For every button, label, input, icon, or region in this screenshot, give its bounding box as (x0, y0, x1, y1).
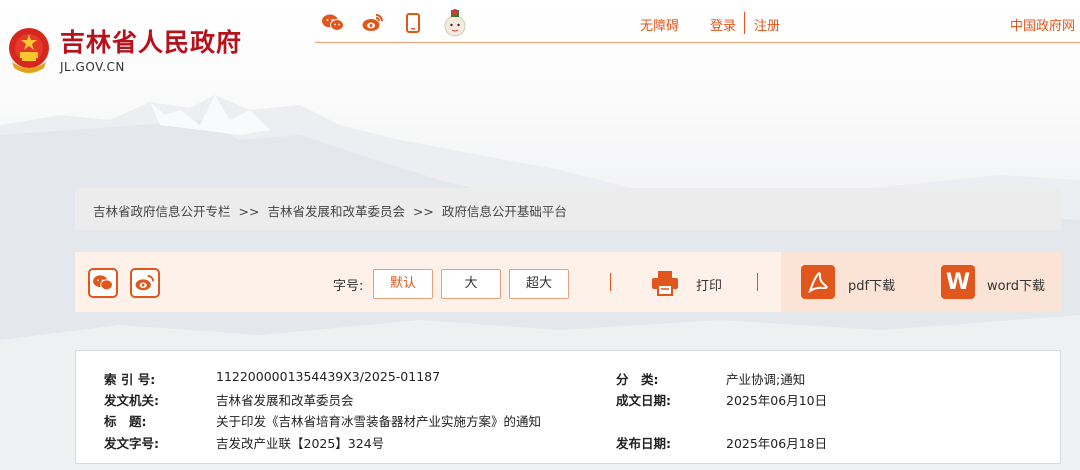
index-value: 1122000001354439X3/2025-01187 (216, 369, 441, 384)
printer-icon[interactable] (650, 268, 680, 298)
toolbar-separator (610, 273, 611, 291)
nav-separator (744, 12, 745, 34)
font-size-large-button[interactable]: 大 (441, 269, 501, 299)
site-domain: JL.GOV.CN (60, 60, 125, 74)
social-links (322, 6, 468, 40)
font-size-label: 字号: (333, 279, 364, 294)
print-button[interactable]: 打印 (696, 275, 722, 294)
word-download-button[interactable]: word下载 (987, 275, 1045, 294)
header-divider (315, 42, 1080, 43)
doc-number-value: 吉发改产业联【2025】324号 (216, 436, 385, 451)
pdf-icon[interactable] (801, 265, 835, 299)
doc-number-label: 发文字号: (104, 436, 159, 451)
site-logo[interactable]: 吉林省人民政府 JL.GOV.CN (6, 26, 242, 76)
breadcrumb-separator: >> (238, 204, 260, 219)
download-area: pdf下载 W word下载 (781, 252, 1061, 312)
mascot-icon[interactable] (442, 6, 468, 40)
title-value: 关于印发《吉林省培育冰雪装备器材产业实施方案》的通知 (216, 414, 542, 429)
share-wechat-icon[interactable] (88, 268, 118, 298)
word-icon[interactable]: W (941, 265, 975, 299)
issuer-label: 发文机关: (104, 393, 159, 408)
written-date-label: 成文日期: (616, 393, 671, 408)
font-size-default-button[interactable]: 默认 (373, 269, 433, 299)
breadcrumb-item[interactable]: 吉林省政府信息公开专栏 (93, 204, 231, 219)
breadcrumb-separator: >> (412, 204, 434, 219)
category-label: 分 类: (616, 372, 659, 387)
national-emblem-icon (9, 28, 49, 73)
title-label: 标 题: (104, 414, 147, 429)
accessibility-link[interactable]: 无障碍 (640, 15, 679, 34)
mobile-icon[interactable] (402, 12, 424, 34)
category-value: 产业协调;通知 (726, 372, 806, 387)
written-date-value: 2025年06月10日 (726, 393, 828, 408)
share-weibo-icon[interactable] (130, 268, 160, 298)
toolbar-separator (757, 273, 758, 291)
wechat-icon[interactable] (322, 12, 344, 34)
font-size-xlarge-button[interactable]: 超大 (509, 269, 569, 299)
pdf-download-button[interactable]: pdf下载 (848, 275, 895, 294)
breadcrumb: 吉林省政府信息公开专栏 >> 吉林省发展和改革委员会 >> 政府信息公开基础平台 (75, 188, 1061, 230)
issuer-value: 吉林省发展和改革委员会 (216, 393, 354, 408)
central-gov-link[interactable]: 中国政府网 (1010, 15, 1075, 34)
login-link[interactable]: 登录 (710, 15, 736, 34)
article-toolbar: 字号: 默认 大 超大 打印 pdf下载 W word下载 (75, 252, 1061, 312)
publish-date-label: 发布日期: (616, 436, 671, 451)
publish-date-value: 2025年06月18日 (726, 436, 828, 451)
breadcrumb-item[interactable]: 政府信息公开基础平台 (442, 204, 567, 219)
index-label: 索 引 号: (104, 372, 156, 387)
document-info-table: 索 引 号: 1122000001354439X3/2025-01187 分 类… (75, 350, 1061, 464)
site-name: 吉林省人民政府 (60, 28, 243, 57)
breadcrumb-item[interactable]: 吉林省发展和改革委员会 (267, 204, 405, 219)
weibo-icon[interactable] (362, 12, 384, 34)
register-link[interactable]: 注册 (754, 15, 780, 34)
